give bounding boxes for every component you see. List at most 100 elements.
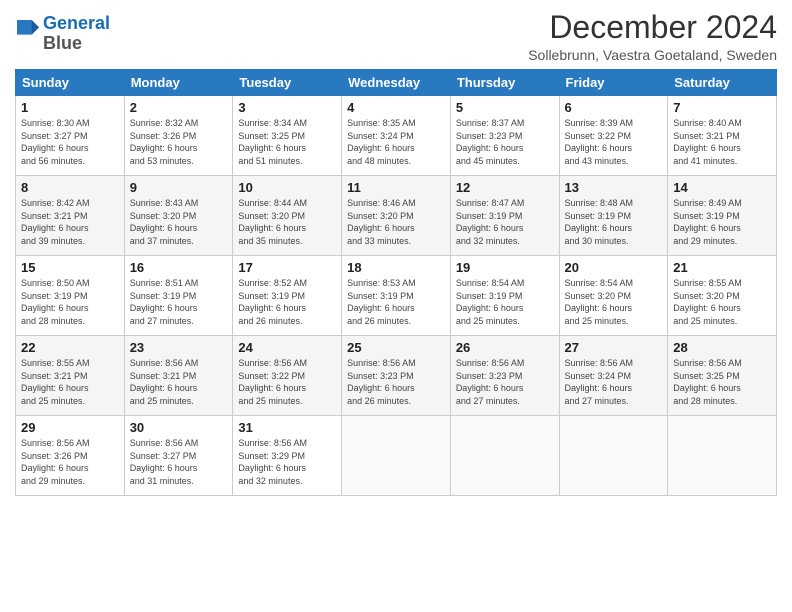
calendar-cell: 23Sunrise: 8:56 AM Sunset: 3:21 PM Dayli… (124, 336, 233, 416)
day-info: Sunrise: 8:37 AM Sunset: 3:23 PM Dayligh… (456, 117, 554, 167)
calendar-cell: 3 Sunrise: 8:34 AM Sunset: 3:25 PM Daylig… (233, 96, 342, 176)
day-number: 12 (456, 180, 554, 195)
logo: General Blue (15, 14, 110, 54)
day-info: Sunrise: 8:55 AM Sunset: 3:21 PM Dayligh… (21, 357, 119, 407)
calendar-cell: 21 Sunrise: 8:55 AM Sunset: 3:20 PM Dayli… (668, 256, 777, 336)
logo-text: General Blue (43, 14, 110, 54)
day-number: 29 (21, 420, 119, 435)
day-number: 31 (238, 420, 336, 435)
day-info: Sunrise: 8:54 AM Sunset: 3:20 PM Dayligh… (565, 277, 663, 327)
calendar-header-row: Sunday Monday Tuesday Wednesday Thursday… (16, 70, 777, 96)
day-number: 4 (347, 100, 445, 115)
calendar-cell: 27 Sunrise: 8:56 AM Sunset: 3:24 PM Dayli… (559, 336, 668, 416)
day-info: Sunrise: 8:55 AM Sunset: 3:20 PM Dayligh… (673, 277, 771, 327)
calendar-cell: 2 Sunrise: 8:32 AM Sunset: 3:26 PM Daylig… (124, 96, 233, 176)
calendar-cell: 31 Sunrise: 8:56 AM Sunset: 3:29 PM Dayli… (233, 416, 342, 496)
calendar-cell: 24 Sunrise: 8:56 AM Sunset: 3:22 PM Dayli… (233, 336, 342, 416)
day-info: Sunrise: 8:56 AM Sunset: 3:27 PM Dayligh… (130, 437, 228, 487)
day-info: Sunrise: 8:35 AM Sunset: 3:24 PM Dayligh… (347, 117, 445, 167)
day-number: 30 (130, 420, 228, 435)
calendar-cell: 28 Sunrise: 8:56 AM Sunset: 3:25 PM Dayli… (668, 336, 777, 416)
day-number: 14 (673, 180, 771, 195)
day-info: Sunrise: 8:40 AM Sunset: 3:21 PM Dayligh… (673, 117, 771, 167)
page-container: General Blue December 2024 Sollebrunn, V… (0, 0, 792, 612)
day-number: 19 (456, 260, 554, 275)
col-sunday: Sunday (16, 70, 125, 96)
day-number: 27 (565, 340, 663, 355)
day-number: 28 (673, 340, 771, 355)
calendar-cell: 6 Sunrise: 8:39 AM Sunset: 3:22 PM Daylig… (559, 96, 668, 176)
calendar-cell: 20Sunrise: 8:54 AM Sunset: 3:20 PM Dayli… (559, 256, 668, 336)
day-number: 25 (347, 340, 445, 355)
day-info: Sunrise: 8:50 AM Sunset: 3:19 PM Dayligh… (21, 277, 119, 327)
calendar-cell: 30 Sunrise: 8:56 AM Sunset: 3:27 PM Dayli… (124, 416, 233, 496)
day-info: Sunrise: 8:56 AM Sunset: 3:22 PM Dayligh… (238, 357, 336, 407)
page-header: General Blue December 2024 Sollebrunn, V… (15, 10, 777, 63)
col-thursday: Thursday (450, 70, 559, 96)
day-info: Sunrise: 8:56 AM Sunset: 3:23 PM Dayligh… (456, 357, 554, 407)
col-saturday: Saturday (668, 70, 777, 96)
calendar-cell: 13 Sunrise: 8:48 AM Sunset: 3:19 PM Dayli… (559, 176, 668, 256)
calendar-cell: 29 Sunrise: 8:56 AM Sunset: 3:26 PM Dayli… (16, 416, 125, 496)
month-title: December 2024 (528, 10, 777, 45)
day-info: Sunrise: 8:56 AM Sunset: 3:29 PM Dayligh… (238, 437, 336, 487)
day-number: 24 (238, 340, 336, 355)
day-info: Sunrise: 8:44 AM Sunset: 3:20 PM Dayligh… (238, 197, 336, 247)
day-info: Sunrise: 8:46 AM Sunset: 3:20 PM Dayligh… (347, 197, 445, 247)
day-info: Sunrise: 8:48 AM Sunset: 3:19 PM Dayligh… (565, 197, 663, 247)
day-number: 18 (347, 260, 445, 275)
day-info: Sunrise: 8:51 AM Sunset: 3:19 PM Dayligh… (130, 277, 228, 327)
day-info: Sunrise: 8:56 AM Sunset: 3:21 PM Dayligh… (130, 357, 228, 407)
day-number: 10 (238, 180, 336, 195)
calendar-cell (668, 416, 777, 496)
day-number: 1 (21, 100, 119, 115)
day-info: Sunrise: 8:47 AM Sunset: 3:19 PM Dayligh… (456, 197, 554, 247)
calendar-cell: 18 Sunrise: 8:53 AM Sunset: 3:19 PM Dayli… (342, 256, 451, 336)
day-number: 7 (673, 100, 771, 115)
day-number: 9 (130, 180, 228, 195)
col-tuesday: Tuesday (233, 70, 342, 96)
calendar-cell: 11 Sunrise: 8:46 AM Sunset: 3:20 PM Dayli… (342, 176, 451, 256)
calendar-week-row: 22 Sunrise: 8:55 AM Sunset: 3:21 PM Dayli… (16, 336, 777, 416)
day-number: 26 (456, 340, 554, 355)
day-number: 2 (130, 100, 228, 115)
day-info: Sunrise: 8:54 AM Sunset: 3:19 PM Dayligh… (456, 277, 554, 327)
day-info: Sunrise: 8:32 AM Sunset: 3:26 PM Dayligh… (130, 117, 228, 167)
calendar-cell: 25 Sunrise: 8:56 AM Sunset: 3:23 PM Dayli… (342, 336, 451, 416)
calendar-cell: 16 Sunrise: 8:51 AM Sunset: 3:19 PM Dayli… (124, 256, 233, 336)
day-number: 11 (347, 180, 445, 195)
calendar-cell: 5Sunrise: 8:37 AM Sunset: 3:23 PM Daylig… (450, 96, 559, 176)
calendar-table: Sunday Monday Tuesday Wednesday Thursday… (15, 69, 777, 496)
day-info: Sunrise: 8:52 AM Sunset: 3:19 PM Dayligh… (238, 277, 336, 327)
day-info: Sunrise: 8:56 AM Sunset: 3:25 PM Dayligh… (673, 357, 771, 407)
calendar-cell: 19 Sunrise: 8:54 AM Sunset: 3:19 PM Dayli… (450, 256, 559, 336)
day-info: Sunrise: 8:34 AM Sunset: 3:25 PM Dayligh… (238, 117, 336, 167)
day-info: Sunrise: 8:56 AM Sunset: 3:24 PM Dayligh… (565, 357, 663, 407)
day-info: Sunrise: 8:30 AM Sunset: 3:27 PM Dayligh… (21, 117, 119, 167)
day-number: 6 (565, 100, 663, 115)
day-number: 22 (21, 340, 119, 355)
day-number: 21 (673, 260, 771, 275)
day-info: Sunrise: 8:49 AM Sunset: 3:19 PM Dayligh… (673, 197, 771, 247)
day-info: Sunrise: 8:56 AM Sunset: 3:23 PM Dayligh… (347, 357, 445, 407)
calendar-cell (559, 416, 668, 496)
calendar-cell: 8Sunrise: 8:42 AM Sunset: 3:21 PM Daylig… (16, 176, 125, 256)
day-info: Sunrise: 8:53 AM Sunset: 3:19 PM Dayligh… (347, 277, 445, 327)
day-number: 13 (565, 180, 663, 195)
title-section: December 2024 Sollebrunn, Vaestra Goetal… (528, 10, 777, 63)
calendar-cell: 12 Sunrise: 8:47 AM Sunset: 3:19 PM Dayli… (450, 176, 559, 256)
day-info: Sunrise: 8:56 AM Sunset: 3:26 PM Dayligh… (21, 437, 119, 487)
day-number: 15 (21, 260, 119, 275)
day-number: 3 (238, 100, 336, 115)
day-number: 8 (21, 180, 119, 195)
calendar-cell (450, 416, 559, 496)
calendar-cell: 7 Sunrise: 8:40 AM Sunset: 3:21 PM Daylig… (668, 96, 777, 176)
calendar-cell: 4 Sunrise: 8:35 AM Sunset: 3:24 PM Daylig… (342, 96, 451, 176)
day-info: Sunrise: 8:39 AM Sunset: 3:22 PM Dayligh… (565, 117, 663, 167)
calendar-cell: 9Sunrise: 8:43 AM Sunset: 3:20 PM Daylig… (124, 176, 233, 256)
day-number: 16 (130, 260, 228, 275)
location-subtitle: Sollebrunn, Vaestra Goetaland, Sweden (528, 47, 777, 63)
calendar-cell: 15 Sunrise: 8:50 AM Sunset: 3:19 PM Dayli… (16, 256, 125, 336)
calendar-cell: 22 Sunrise: 8:55 AM Sunset: 3:21 PM Dayli… (16, 336, 125, 416)
calendar-cell: 26 Sunrise: 8:56 AM Sunset: 3:23 PM Dayli… (450, 336, 559, 416)
